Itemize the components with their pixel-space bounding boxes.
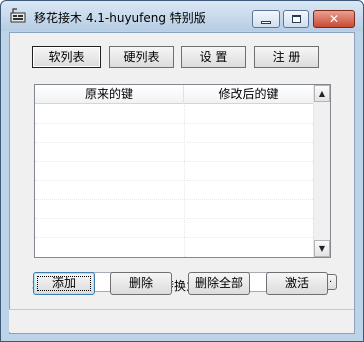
- arrow-down-icon: ▼: [318, 244, 326, 253]
- grid-line: [35, 199, 313, 200]
- title-bar[interactable]: 移花接木 4.1-huyufeng 特别版 ✕: [1, 1, 363, 31]
- activate-button[interactable]: 激活: [266, 272, 328, 295]
- scroll-up-button[interactable]: ▲: [314, 85, 330, 102]
- minimize-button[interactable]: [252, 10, 280, 28]
- add-button[interactable]: 添加: [33, 272, 95, 295]
- grid-line: [35, 180, 313, 181]
- close-button[interactable]: ✕: [313, 10, 355, 28]
- tab-hard-list[interactable]: 硬列表: [109, 46, 174, 68]
- grid-line: [35, 218, 313, 219]
- tab-soft-list[interactable]: 软列表: [32, 46, 101, 68]
- list-header: 原来的键 修改后的键: [35, 85, 313, 104]
- delete-all-button[interactable]: 删除全部: [188, 272, 250, 295]
- column-divider: [184, 105, 185, 257]
- column-header-original-key[interactable]: 原来的键: [35, 85, 184, 104]
- column-header-modified-key[interactable]: 修改后的键: [184, 85, 313, 104]
- status-bar: [9, 309, 354, 332]
- grid-line: [35, 237, 313, 238]
- grid-line: [35, 123, 313, 124]
- maximize-button[interactable]: [283, 10, 309, 28]
- delete-button[interactable]: 删除: [110, 272, 172, 295]
- focus-rect: [37, 276, 91, 291]
- close-icon: ✕: [328, 12, 340, 26]
- arrow-up-icon: ▲: [318, 89, 326, 98]
- tab-register[interactable]: 注 册: [254, 46, 319, 68]
- window-title: 移花接木 4.1-huyufeng 特别版: [34, 11, 206, 25]
- maximize-icon: [292, 15, 301, 23]
- minimize-icon: [261, 21, 271, 24]
- grid-line: [35, 142, 313, 143]
- vertical-scrollbar[interactable]: ▲ ▼: [313, 85, 330, 257]
- tab-settings[interactable]: 设 置: [181, 46, 246, 68]
- scroll-down-button[interactable]: ▼: [314, 240, 330, 257]
- key-mapping-list[interactable]: 原来的键 修改后的键 ▲ ▼: [34, 84, 331, 258]
- app-icon: [10, 8, 28, 24]
- list-body[interactable]: [35, 105, 313, 257]
- grid-line: [35, 161, 313, 162]
